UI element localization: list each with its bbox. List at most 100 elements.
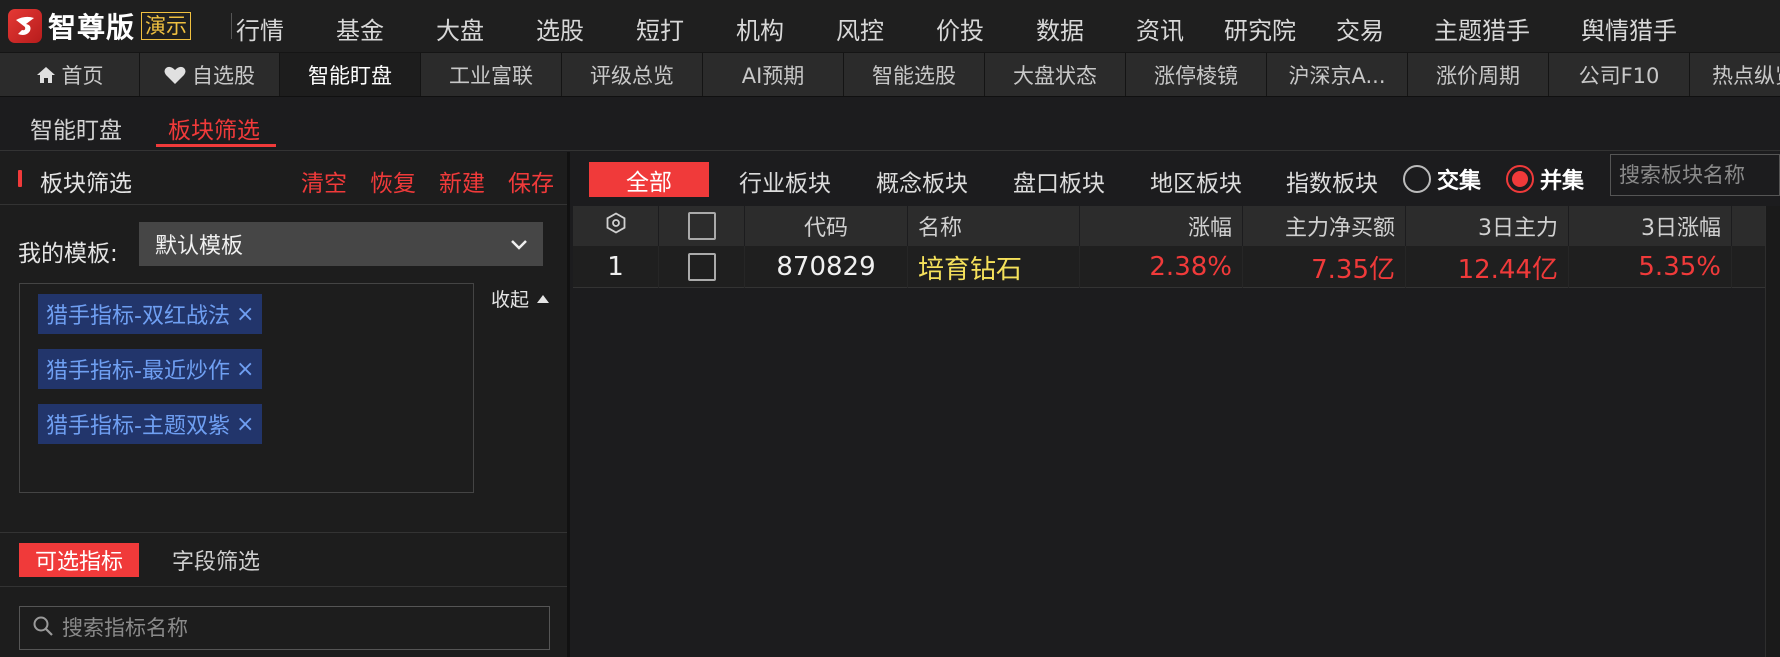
column-header-main-3d[interactable]: 3日主力 <box>1406 206 1569 246</box>
sector-search-input[interactable] <box>1611 155 1779 195</box>
nav-risk[interactable]: 风控 <box>836 11 884 46</box>
filter-panel: 板块筛选 清空 恢复 新建 保存 我的模板: 默认模板 猎手指标-双红战法 × … <box>0 152 570 657</box>
tab-company-f10[interactable]: 公司F10 <box>1549 53 1690 96</box>
filter-industry[interactable]: 行业板块 <box>739 164 831 198</box>
tab-label: 大盘状态 <box>1013 63 1097 88</box>
tab-label: 热点纵览 <box>1712 63 1780 88</box>
save-button[interactable]: 保存 <box>508 164 554 198</box>
column-header-code[interactable]: 代码 <box>745 206 908 246</box>
brand-logo-icon <box>8 9 42 43</box>
nav-stock-picker[interactable]: 选股 <box>536 11 584 46</box>
row-select-cell[interactable] <box>659 246 745 288</box>
app-logo[interactable]: 智尊版 演示 <box>8 6 192 46</box>
indicator-tag[interactable]: 猎手指标-最近炒作 × <box>38 349 263 389</box>
tab-a-shares[interactable]: 沪深京A... <box>1267 53 1408 96</box>
column-header-net-buy[interactable]: 主力净买额 <box>1243 206 1406 246</box>
tab-label: 字段筛选 <box>171 550 260 575</box>
nav-data[interactable]: 数据 <box>1036 11 1084 46</box>
tab-foxconn[interactable]: 工业富联 <box>421 53 562 96</box>
hexagon-settings-icon[interactable] <box>605 212 627 240</box>
subtab-sector-filter[interactable]: 板块筛选 <box>168 111 260 145</box>
row-net-buy: 7.35亿 <box>1243 246 1406 288</box>
tab-smart-picker[interactable]: 智能选股 <box>844 53 985 96</box>
nav-theme-hunter[interactable]: 主题猎手 <box>1434 11 1530 46</box>
column-header-name[interactable]: 名称 <box>908 206 1080 246</box>
nav-news[interactable]: 资讯 <box>1136 11 1184 46</box>
radio-union[interactable]: 并集 <box>1506 163 1584 195</box>
subtab-smart-monitor[interactable]: 智能盯盘 <box>30 111 122 145</box>
nav-institutions[interactable]: 机构 <box>736 11 784 46</box>
row-index: 1 <box>573 246 659 288</box>
triangle-up-icon <box>537 294 550 303</box>
settings-column[interactable] <box>573 206 659 246</box>
indicator-search-input[interactable] <box>62 616 522 640</box>
selected-indicators-box: 猎手指标-双红战法 × 猎手指标-最近炒作 × 猎手指标-主题双紫 × <box>19 283 474 493</box>
tab-limit-up-prism[interactable]: 涨停棱镜 <box>1126 53 1267 96</box>
nav-sentiment-hunter[interactable]: 舆情猎手 <box>1581 11 1677 46</box>
tab-home[interactable]: 首页 <box>0 53 140 96</box>
close-icon[interactable]: × <box>236 302 254 327</box>
select-all-checkbox[interactable] <box>687 212 716 240</box>
sector-search-field[interactable] <box>1610 154 1780 196</box>
tab-label: 工业富联 <box>449 63 533 88</box>
divider <box>0 532 567 533</box>
tab-available-indicators[interactable]: 可选指标 <box>19 543 139 577</box>
tab-label: AI预期 <box>741 63 805 88</box>
tab-label: 涨价周期 <box>1436 63 1520 88</box>
vertical-scrollbar[interactable] <box>1765 206 1780 657</box>
nav-trade[interactable]: 交易 <box>1336 11 1384 46</box>
tab-smart-monitor[interactable]: 智能盯盘 <box>280 53 421 96</box>
filter-index[interactable]: 指数板块 <box>1286 164 1378 198</box>
filter-label: 全部 <box>626 169 672 196</box>
tab-label: 评级总览 <box>590 63 674 88</box>
row-name[interactable]: 培育钻石 <box>908 246 1080 288</box>
panel-title: 板块筛选 <box>40 171 132 197</box>
filter-concept[interactable]: 概念板块 <box>876 164 968 198</box>
nav-quotes[interactable]: 行情 <box>236 11 284 46</box>
clear-button[interactable]: 清空 <box>301 164 347 198</box>
tab-label: 智能盯盘 <box>308 63 392 88</box>
row-change: 2.38% <box>1080 246 1243 288</box>
column-header-change-3d[interactable]: 3日涨幅 <box>1569 206 1732 246</box>
collapse-toggle[interactable]: 收起 <box>491 285 550 312</box>
tab-field-filter[interactable]: 字段筛选 <box>156 543 276 577</box>
tab-label: 首页 <box>61 63 104 88</box>
results-panel: 全部 行业板块 概念板块 盘口板块 地区板块 指数板块 交集 并集 代码 名称 … <box>573 152 1780 657</box>
column-header-change[interactable]: 涨幅 <box>1080 206 1243 246</box>
template-select[interactable]: 默认模板 <box>139 222 543 266</box>
radio-intersection[interactable]: 交集 <box>1403 163 1481 195</box>
tab-market-status[interactable]: 大盘状态 <box>985 53 1126 96</box>
nav-funds[interactable]: 基金 <box>336 11 384 46</box>
demo-badge: 演示 <box>141 12 192 40</box>
filter-all-button[interactable]: 全部 <box>589 162 709 197</box>
divider <box>0 586 567 587</box>
filter-region[interactable]: 地区板块 <box>1150 164 1242 198</box>
indicator-search-field[interactable] <box>19 606 550 650</box>
close-icon[interactable]: × <box>236 412 254 437</box>
close-icon[interactable]: × <box>236 357 254 382</box>
tab-bar: 首页 自选股 智能盯盘 工业富联 评级总览 AI预期 智能选股 大盘状态 涨停棱… <box>0 52 1780 97</box>
indicator-tag[interactable]: 猎手指标-双红战法 × <box>38 294 263 334</box>
tab-watchlist[interactable]: 自选股 <box>140 53 280 96</box>
nav-short-trade[interactable]: 短打 <box>636 11 684 46</box>
row-change-3d: 5.35% <box>1569 246 1732 288</box>
radio-label: 并集 <box>1540 169 1585 194</box>
tab-hot-overview[interactable]: 热点纵览 <box>1690 53 1780 96</box>
tab-rating-overview[interactable]: 评级总览 <box>562 53 703 96</box>
nav-research[interactable]: 研究院 <box>1224 11 1296 46</box>
nav-market[interactable]: 大盘 <box>436 11 484 46</box>
restore-button[interactable]: 恢复 <box>370 164 416 198</box>
tab-ai-forecast[interactable]: AI预期 <box>703 53 844 96</box>
indicator-tag[interactable]: 猎手指标-主题双紫 × <box>38 404 263 444</box>
tab-price-cycle[interactable]: 涨价周期 <box>1408 53 1549 96</box>
table-row[interactable]: 1 870829 培育钻石 2.38% 7.35亿 12.44亿 5.35% <box>573 246 1765 288</box>
nav-divider <box>231 13 232 39</box>
select-all-column[interactable] <box>659 206 745 246</box>
nav-value-invest[interactable]: 价投 <box>936 11 984 46</box>
indicator-tag-label: 猎手指标-最近炒作 <box>46 359 230 384</box>
new-button[interactable]: 新建 <box>439 164 485 198</box>
filter-handicap[interactable]: 盘口板块 <box>1013 164 1105 198</box>
row-checkbox[interactable] <box>687 253 716 281</box>
tab-label: 可选指标 <box>34 550 123 575</box>
tab-label: 自选股 <box>192 63 255 88</box>
